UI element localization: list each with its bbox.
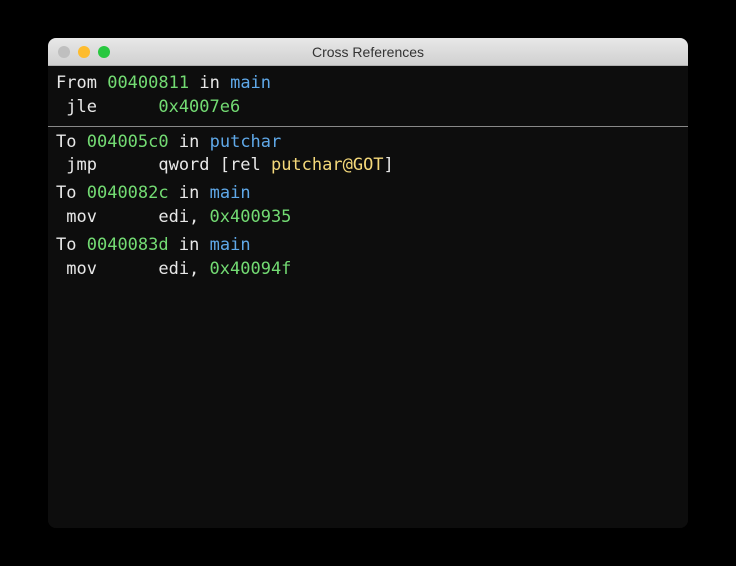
in-word: in [179,132,199,152]
operand-prefix: qword [ [158,155,230,175]
xref-direction: From [56,73,97,93]
xref-instruction: movedi, 0x40094f [56,258,680,282]
operand-immediate: 0x4007e6 [158,97,240,117]
xref-address: 00400811 [107,73,189,93]
xref-address: 004005c0 [87,132,169,152]
operand-immediate: 0x40094f [210,259,292,279]
operand-register: edi, [158,207,209,227]
xref-header: From 00400811 in main [56,72,680,96]
xref-function: main [210,235,251,255]
mnemonic: mov [66,206,158,230]
xref-entry[interactable]: To 0040082c in main movedi, 0x400935 [48,182,688,234]
xref-entry[interactable]: From 00400811 in main jle0x4007e6 [48,72,688,127]
operand-suffix: ] [384,155,394,175]
titlebar[interactable]: Cross References [48,38,688,66]
xref-function: putchar [210,132,282,152]
xref-address: 0040083d [87,235,169,255]
window-title: Cross References [48,44,688,60]
xref-address: 0040082c [87,183,169,203]
in-word: in [199,73,219,93]
operand-register: edi, [158,259,209,279]
operand-got: putchar@GOT [271,155,384,175]
xref-instruction: movedi, 0x400935 [56,206,680,230]
operand-rel: rel [230,155,271,175]
xref-entry[interactable]: To 0040083d in main movedi, 0x40094f [48,234,688,286]
xref-entry[interactable]: To 004005c0 in putchar jmpqword [rel put… [48,131,688,183]
xref-function: main [230,73,271,93]
xref-direction: To [56,183,76,203]
in-word: in [179,183,199,203]
xref-instruction: jmpqword [rel putchar@GOT] [56,154,680,178]
mnemonic: jmp [66,154,158,178]
traffic-lights [58,46,110,58]
mnemonic: jle [66,96,158,120]
maximize-icon[interactable] [98,46,110,58]
xref-header: To 0040082c in main [56,182,680,206]
minimize-icon[interactable] [78,46,90,58]
xref-instruction: jle0x4007e6 [56,96,680,120]
xref-list: From 00400811 in main jle0x4007e6 To 004… [48,66,688,528]
mnemonic: mov [66,258,158,282]
xref-direction: To [56,235,76,255]
cross-references-window: Cross References From 00400811 in main j… [48,38,688,528]
in-word: in [179,235,199,255]
close-icon[interactable] [58,46,70,58]
xref-function: main [210,183,251,203]
xref-header: To 004005c0 in putchar [56,131,680,155]
operand-immediate: 0x400935 [210,207,292,227]
xref-direction: To [56,132,76,152]
xref-header: To 0040083d in main [56,234,680,258]
